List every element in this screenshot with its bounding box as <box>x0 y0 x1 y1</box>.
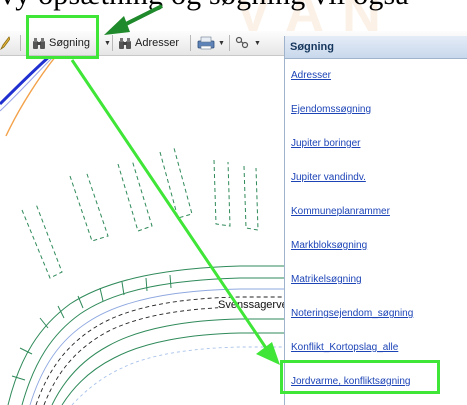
toolbar-separator <box>229 35 230 51</box>
pencil-icon[interactable] <box>0 35 10 51</box>
measure-icon <box>235 36 251 50</box>
search-item-markbloksoegning[interactable]: Markbloksøgning <box>291 240 367 251</box>
highlight-jordvarme-item <box>280 360 440 394</box>
adresser-button[interactable]: Adresser <box>118 35 179 51</box>
search-item-jupiter-boringer[interactable]: Jupiter boringer <box>291 138 360 149</box>
search-item-noteringsejendom[interactable]: Noteringsejendom_søgning <box>291 308 413 319</box>
adresser-label: Adresser <box>135 37 180 49</box>
soegning-dropdown-panel: Søgning Adresser Ejendomssøgning Jupiter… <box>284 36 467 405</box>
printer-icon <box>197 36 215 50</box>
caption-text: vy opsætning og søgning vil også <box>0 0 467 12</box>
search-item-matrikelsoegning[interactable]: Matrikelsøgning <box>291 274 362 285</box>
screenshot-root: VAN vy opsætning og søgning vil også Søg… <box>0 0 467 405</box>
chevron-down-icon: ▼ <box>254 39 261 47</box>
search-item-jupiter-vandindv[interactable]: Jupiter vandindv. <box>291 172 366 183</box>
map-canvas <box>0 56 285 405</box>
search-item-konflikt-kortopslag[interactable]: Konflikt_Kortopslag_alle <box>291 342 398 353</box>
binoculars-icon <box>118 37 132 50</box>
panel-title: Søgning <box>285 36 467 59</box>
print-button[interactable]: ▼ <box>197 35 225 51</box>
measure-tool-button[interactable]: ▼ <box>235 35 261 51</box>
highlight-soegning-button <box>26 15 99 59</box>
toolbar-separator <box>20 35 21 51</box>
chevron-down-icon: ▼ <box>218 39 225 47</box>
toolbar-separator <box>190 35 191 51</box>
street-label: Svenssagervej <box>218 299 285 311</box>
soegning-dropdown[interactable]: ▼ <box>101 35 111 51</box>
search-item-adresser[interactable]: Adresser <box>291 70 331 81</box>
search-item-kommuneplanrammer[interactable]: Kommuneplanrammer <box>291 206 390 217</box>
map-view[interactable]: Svenssagervej <box>0 56 285 405</box>
chevron-down-icon: ▼ <box>104 39 111 47</box>
toolbar-separator <box>112 35 113 51</box>
search-item-ejendomssoegning[interactable]: Ejendomssøgning <box>291 104 371 115</box>
